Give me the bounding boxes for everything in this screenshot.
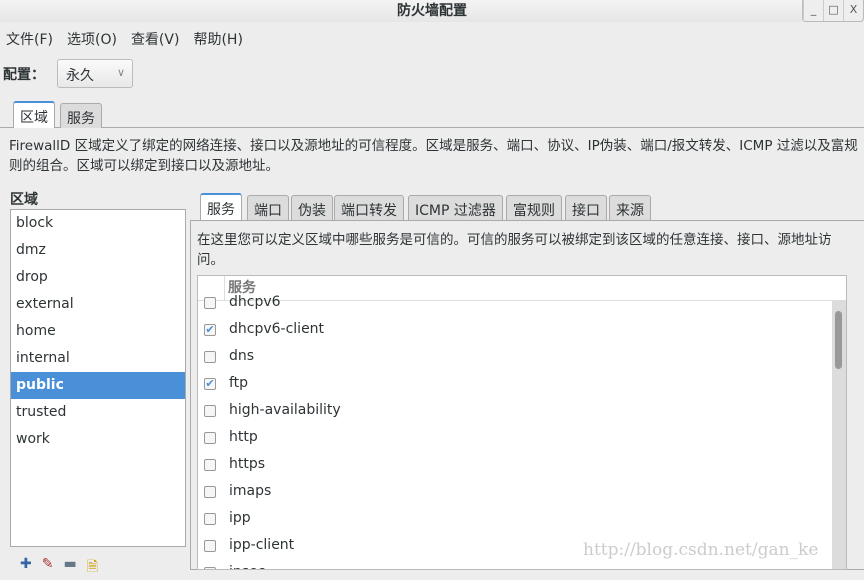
tab-zone-interfaces[interactable]: 接口: [565, 195, 607, 220]
service-checkbox[interactable]: [204, 486, 216, 498]
add-zone-icon[interactable]: ✚: [20, 556, 32, 580]
zone-item-internal[interactable]: internal: [11, 345, 185, 372]
scrollbar[interactable]: [832, 301, 846, 569]
service-name: ipsec: [229, 559, 265, 569]
service-name: http: [229, 429, 258, 445]
menu-help[interactable]: 帮助(H): [193, 29, 242, 49]
tab-zones[interactable]: 区域: [13, 101, 55, 128]
tab-zone-sources[interactable]: 来源: [609, 195, 651, 220]
tab-services[interactable]: 服务: [60, 103, 102, 128]
service-checkbox[interactable]: [204, 540, 216, 552]
minimize-button[interactable]: _: [803, 0, 823, 21]
tab-zone-rich-rules[interactable]: 富规则: [506, 195, 562, 220]
scrollbar-thumb[interactable]: [835, 311, 842, 369]
service-name: ipp-client: [229, 537, 295, 553]
menu-file[interactable]: 文件(F): [6, 29, 53, 49]
zone-item-external[interactable]: external: [11, 291, 185, 318]
edit-zone-icon[interactable]: ✎: [42, 556, 54, 580]
service-checkbox[interactable]: [204, 513, 216, 525]
menu-bar: 文件(F) 选项(O) 查看(V) 帮助(H): [0, 29, 243, 49]
service-name: ftp: [229, 375, 249, 391]
remove-zone-icon[interactable]: ▬: [63, 556, 76, 580]
zone-item-home[interactable]: home: [11, 318, 185, 345]
tab-zone-icmp[interactable]: ICMP 过滤器: [408, 195, 503, 220]
config-value: 永久: [66, 68, 94, 84]
service-name: https: [229, 456, 266, 472]
load-defaults-icon[interactable]: 🗎: [87, 556, 98, 580]
tab-zone-port-forward[interactable]: 端口转发: [334, 195, 404, 220]
service-row[interactable]: ipp: [198, 505, 833, 532]
service-name: imaps: [229, 483, 272, 499]
service-row[interactable]: imaps: [198, 478, 833, 505]
service-row[interactable]: ✔ dhcpv6-client: [198, 316, 833, 343]
config-select[interactable]: 永久 ∨: [57, 59, 133, 88]
service-name: ipp: [229, 510, 251, 526]
chevron-down-icon: ∨: [116, 66, 125, 79]
window-title: 防火墙配置: [397, 3, 467, 19]
tab-zone-ports[interactable]: 端口: [247, 195, 289, 220]
zone-item-public[interactable]: public: [11, 372, 185, 399]
config-label: 配置：: [3, 67, 45, 83]
service-row[interactable]: ✔ ftp: [198, 370, 833, 397]
service-row[interactable]: dns: [198, 343, 833, 370]
service-checkbox[interactable]: ✔: [204, 378, 216, 390]
service-name: high-availability: [229, 402, 341, 418]
close-button[interactable]: X: [843, 0, 863, 21]
zone-list: block dmz drop external home internal pu…: [10, 209, 186, 547]
service-checkbox[interactable]: [204, 297, 216, 309]
services-table: 服务 dhcpv6 ✔ dhcpv6-client dns ✔ ftp high-avail…: [197, 275, 847, 570]
service-row[interactable]: https: [198, 451, 833, 478]
services-description: 在这里您可以定义区域中哪些服务是可信的。可信的服务可以被绑定到该区域的任意连接、…: [197, 232, 832, 268]
service-name: dns: [229, 348, 255, 364]
menu-view[interactable]: 查看(V): [131, 29, 180, 49]
service-checkbox[interactable]: [204, 351, 216, 363]
service-checkbox[interactable]: [204, 405, 216, 417]
zone-item-block[interactable]: block: [11, 210, 185, 237]
service-checkbox[interactable]: ✔: [204, 324, 216, 336]
service-row[interactable]: dhcpv6: [198, 289, 833, 316]
maximize-button[interactable]: □: [823, 0, 843, 21]
service-row[interactable]: http: [198, 424, 833, 451]
zones-heading: 区域: [10, 192, 38, 208]
service-row[interactable]: ipsec: [198, 559, 833, 569]
zone-description: FirewallD 区域定义了绑定的网络连接、接口以及源地址的可信程度。区域是服…: [9, 138, 858, 174]
menu-options[interactable]: 选项(O): [67, 29, 117, 49]
tab-zone-services[interactable]: 服务: [200, 193, 242, 220]
service-name: dhcpv6: [229, 294, 281, 310]
tab-zone-masquerade[interactable]: 伪装: [291, 195, 333, 220]
zone-toolbar: ✚ ✎ ▬ 🗎: [20, 556, 98, 580]
services-rows: dhcpv6 ✔ dhcpv6-client dns ✔ ftp high-availabi…: [198, 289, 833, 569]
zone-item-dmz[interactable]: dmz: [11, 237, 185, 264]
zone-item-work[interactable]: work: [11, 426, 185, 453]
watermark: http://blog.csdn.net/gan_ke: [583, 540, 819, 560]
window-controls: _ □ X: [802, 0, 864, 22]
service-name: dhcpv6-client: [229, 321, 325, 337]
service-row[interactable]: high-availability: [198, 397, 833, 424]
service-checkbox[interactable]: [204, 432, 216, 444]
title-bar: 防火墙配置: [0, 0, 864, 22]
zone-item-drop[interactable]: drop: [11, 264, 185, 291]
zone-item-trusted[interactable]: trusted: [11, 399, 185, 426]
service-checkbox[interactable]: [204, 459, 216, 471]
